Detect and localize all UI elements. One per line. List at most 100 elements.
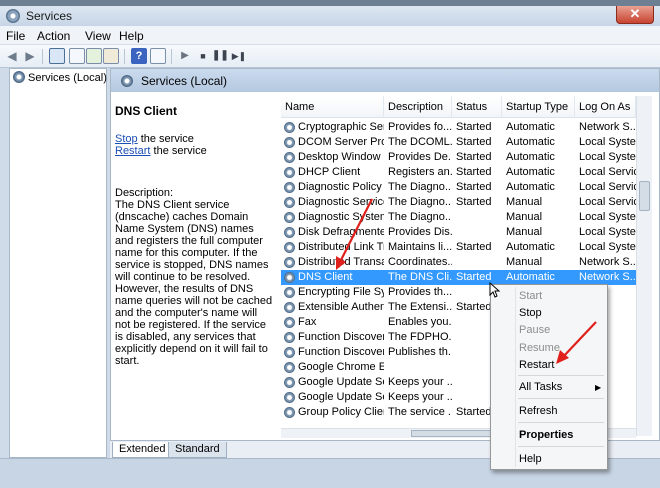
stop-action-line: Stop the service [115, 133, 275, 145]
horizontal-scroll-thumb[interactable] [411, 430, 501, 437]
cell-description: Provides De... [388, 151, 452, 163]
console-tree-icon[interactable] [49, 48, 65, 64]
properties-icon[interactable] [150, 48, 166, 64]
description-text: The DNS Client service (dnscache) caches… [115, 199, 273, 367]
cell-description: Publishes th... [388, 346, 452, 358]
table-row[interactable]: DCOM Server Pro... The DCOML... Started Aut… [281, 135, 636, 150]
context-menu-item-properties[interactable]: Properties [519, 429, 573, 441]
cell-description: Provides Dis... [388, 226, 452, 238]
cell-logon: Local Service [579, 181, 636, 193]
context-menu-item-all-tasks[interactable]: All Tasks [519, 381, 562, 393]
service-gear-icon [284, 362, 295, 373]
cell-logon: Local Syste... [579, 241, 636, 253]
menu-view[interactable]: View [85, 29, 111, 43]
cell-logon: Local Syste... [579, 136, 636, 148]
column-header[interactable]: Log On As [575, 96, 636, 118]
services-window: Services ✕ File Action View Help ◀ ▶ ? ▶… [0, 0, 660, 488]
gear-icon [13, 71, 25, 83]
tab-extended[interactable]: Extended [112, 442, 173, 458]
context-menu-item-resume[interactable]: Resume [519, 342, 560, 354]
menu-help[interactable]: Help [119, 29, 144, 43]
cell-logon: Local Syste... [579, 151, 636, 163]
service-details-panel: DNS Client Stop the service Restart the … [115, 105, 275, 367]
cell-status: Started [456, 181, 492, 193]
table-row[interactable]: Diagnostic System... The Diagno... Manual L… [281, 210, 636, 225]
cell-name: Desktop Window ... [298, 151, 384, 163]
cell-name: DHCP Client [298, 166, 361, 178]
service-gear-icon [284, 137, 295, 148]
forward-arrow-icon[interactable]: ▶ [22, 48, 38, 64]
context-menu-separator [518, 422, 604, 423]
context-menu-item-stop[interactable]: Stop [519, 307, 542, 319]
cell-name: DNS Client [298, 271, 353, 283]
cell-status: Started [456, 136, 492, 148]
context-menu-item-refresh[interactable]: Refresh [519, 405, 558, 417]
back-arrow-icon[interactable]: ◀ [4, 48, 20, 64]
refresh-icon[interactable] [86, 48, 102, 64]
cell-description: Maintains li... [388, 241, 452, 253]
cell-description: The Diagno... [388, 211, 452, 223]
table-row[interactable]: Diagnostic Service... The Diagno... Starte… [281, 195, 636, 210]
table-row[interactable]: Distributed Transa... Coordinates... Manua… [281, 255, 636, 270]
service-gear-icon [284, 152, 295, 163]
context-menu: Start Stop Pause Resume Restart All Tasks ▶ Ref… [490, 284, 608, 470]
cell-startup: Manual [506, 211, 543, 223]
restart-service-link[interactable]: Restart [115, 145, 150, 157]
cell-name: Encrypting File Sy... [298, 286, 384, 298]
start-service-icon[interactable]: ▶ [177, 48, 193, 64]
cell-name: Diagnostic Service... [298, 196, 384, 208]
cell-status: Started [456, 151, 492, 163]
table-row[interactable]: Disk Defragmenter Provides Dis... Manual Lo… [281, 225, 636, 240]
vertical-scroll-thumb[interactable] [639, 181, 650, 211]
menu-file[interactable]: File [6, 29, 25, 43]
service-gear-icon [284, 272, 295, 283]
console-tree: Services (Local) [9, 68, 107, 458]
tree-item-services-local[interactable]: Services (Local) [13, 71, 107, 84]
column-header[interactable]: Startup Type [502, 96, 575, 118]
help-icon[interactable]: ? [131, 48, 147, 64]
context-menu-item-restart[interactable]: Restart [519, 359, 554, 371]
table-row[interactable]: Diagnostic Policy ... The Diagno... Starte… [281, 180, 636, 195]
service-gear-icon [284, 227, 295, 238]
context-menu-item-help[interactable]: Help [519, 453, 542, 465]
table-row[interactable]: Distributed Link Tr... Maintains li... Sta… [281, 240, 636, 255]
menu-action[interactable]: Action [37, 29, 70, 43]
service-gear-icon [284, 242, 295, 253]
service-gear-icon [284, 347, 295, 358]
cell-description: Registers an... [388, 166, 452, 178]
service-gear-icon [284, 182, 295, 193]
table-row[interactable]: DHCP Client Registers an... Started Automat… [281, 165, 636, 180]
context-menu-separator [518, 375, 604, 376]
tab-standard[interactable]: Standard [168, 442, 227, 458]
cell-startup: Automatic [506, 151, 555, 163]
context-menu-separator [518, 398, 604, 399]
service-gear-icon [284, 287, 295, 298]
cell-startup: Automatic [506, 166, 555, 178]
title-bar[interactable]: Services ✕ [0, 6, 660, 26]
vertical-scrollbar[interactable] [636, 96, 652, 436]
export-list-icon[interactable] [103, 48, 119, 64]
table-row[interactable]: Desktop Window ... Provides De... Started A… [281, 150, 636, 165]
restart-service-icon[interactable]: ▶❚ [231, 48, 247, 64]
main-pane-header: Services (Local) [111, 69, 659, 92]
context-menu-item-pause[interactable]: Pause [519, 324, 550, 336]
context-menu-item-start[interactable]: Start [519, 290, 542, 302]
service-gear-icon [284, 257, 295, 268]
table-row[interactable]: Cryptographic Ser... Provides fo... Starte… [281, 120, 636, 135]
stop-service-icon[interactable]: ■ [195, 48, 211, 64]
table-row[interactable]: DNS Client The DNS Cli... Started Automatic… [281, 270, 636, 285]
column-header[interactable]: Status [452, 96, 502, 118]
list-view-icon[interactable] [69, 48, 85, 64]
pause-service-icon[interactable]: ❚❚ [212, 48, 229, 64]
column-header[interactable]: Description [384, 96, 452, 118]
cell-description: Enables you... [388, 316, 452, 328]
cell-name: Function Discover... [298, 346, 384, 358]
menu-bar: File Action View Help [0, 26, 660, 45]
close-button[interactable]: ✕ [616, 6, 654, 24]
cell-description: The service ... [388, 406, 452, 418]
cell-description: The DCOML... [388, 136, 452, 148]
column-header[interactable]: Name [281, 96, 384, 118]
cell-name: Google Update Se... [298, 391, 384, 403]
cell-name: Diagnostic Policy ... [298, 181, 384, 193]
stop-service-link[interactable]: Stop [115, 133, 138, 145]
